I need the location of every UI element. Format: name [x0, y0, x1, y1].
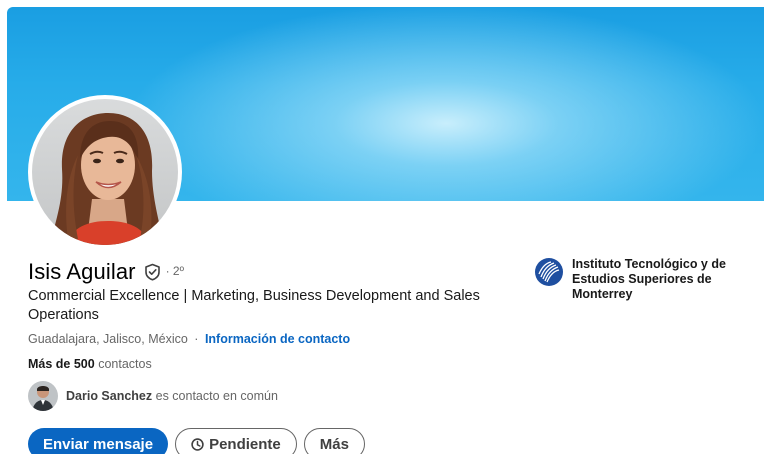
connections-label: contactos: [98, 357, 152, 371]
pending-button-label: Pendiente: [209, 435, 281, 453]
location-row: Guadalajara, Jalisco, México · Informaci…: [28, 332, 350, 346]
mutual-connections[interactable]: Dario Sanchez es contacto en común: [28, 380, 278, 412]
connections-number: Más de 500: [28, 357, 95, 371]
send-message-button[interactable]: Enviar mensaje: [28, 428, 169, 454]
profile-headline: Commercial Excellence | Marketing, Busin…: [28, 288, 480, 323]
mutual-connection-suffix: es contacto en común: [155, 389, 278, 403]
pending-button[interactable]: Pendiente: [175, 428, 297, 454]
name-row: Isis Aguilar · 2º: [28, 258, 184, 286]
location-separator: ·: [194, 332, 199, 346]
mutual-connection-avatar: [28, 381, 58, 411]
verified-shield-icon[interactable]: [144, 263, 161, 281]
contact-info-link[interactable]: Información de contacto: [205, 332, 350, 346]
profile-actions: Enviar mensaje Pendiente Más: [28, 428, 372, 454]
more-button[interactable]: Más: [303, 428, 365, 454]
profile-name: Isis Aguilar: [28, 259, 136, 284]
profile-location: Guadalajara, Jalisco, México: [28, 332, 188, 346]
mutual-connection-name: Dario Sanchez: [66, 389, 153, 403]
mutual-connection-text: Dario Sanchez es contacto en común: [66, 389, 278, 403]
profile-card: Isis Aguilar · 2º Commercial Excellence …: [0, 0, 764, 454]
connections-count[interactable]: Más de 500 contactos: [28, 357, 152, 371]
clock-icon: [191, 437, 204, 451]
profile-photo-frame[interactable]: [28, 95, 182, 249]
connection-degree: · 2º: [165, 264, 184, 278]
school-logo-icon: [535, 258, 563, 286]
education-entry[interactable]: Instituto Tecnológico y de Estudios Supe…: [534, 257, 752, 302]
school-name: Instituto Tecnológico y de Estudios Supe…: [572, 257, 726, 301]
profile-photo[interactable]: [32, 99, 178, 245]
